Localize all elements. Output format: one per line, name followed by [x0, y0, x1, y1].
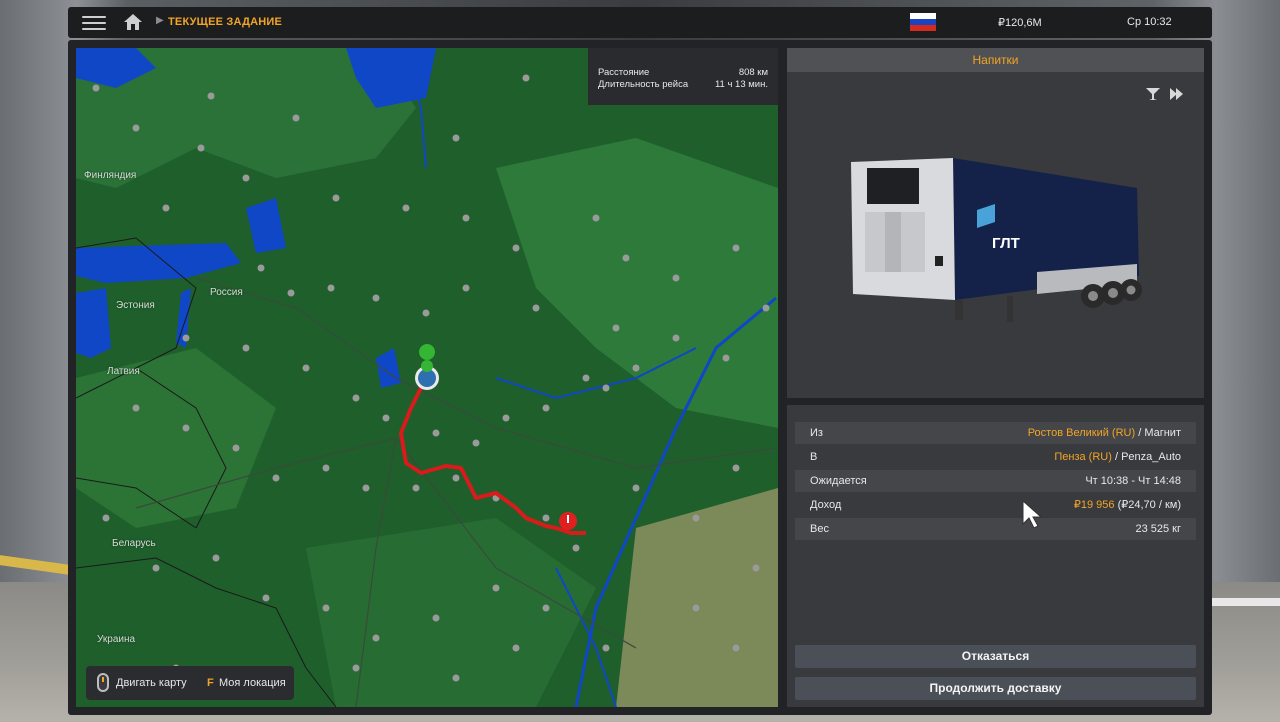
detail-row-income: Доход ₽19 956 (₽24,70 / км): [795, 494, 1196, 516]
map-label-russia: Россия: [210, 287, 243, 298]
route-info-box: Расстояние 808 км Длительность рейса 11 …: [588, 48, 778, 105]
map-controls: Двигать карту F Моя локация: [86, 666, 294, 700]
distance-label: Расстояние: [598, 67, 650, 78]
cargo-panel: Напитки ГЛТ: [787, 48, 1204, 398]
detail-row-weight: Вес 23 525 кг: [795, 518, 1196, 540]
map-label-estonia: Эстония: [116, 300, 155, 311]
trailer-brand: ГЛТ: [992, 235, 1020, 252]
map-label-finland: Финляндия: [84, 170, 137, 181]
chevron-right-icon: ▶: [156, 15, 164, 26]
income-value: ₽19 956: [1073, 499, 1115, 511]
trailer-image: ГЛТ: [851, 158, 1142, 322]
my-location-control[interactable]: Моя локация: [219, 677, 286, 689]
from-city: Ростов Великий (RU): [1027, 427, 1136, 439]
cargo-icons: [1144, 86, 1188, 102]
cargo-title: Напитки: [787, 48, 1204, 72]
background-stripe: [1210, 598, 1280, 606]
key-hint: F: [207, 677, 214, 689]
detail-row-from: Из Ростов Великий (RU) / Магнит: [795, 422, 1196, 444]
expected-label: Ожидается: [810, 475, 867, 487]
cocktail-icon[interactable]: [1146, 88, 1160, 100]
fast-forward-icon[interactable]: [1170, 88, 1183, 100]
duration-value: 11 ч 13 мин.: [714, 79, 768, 90]
background-stripe: [0, 555, 70, 575]
map-label-ukraine: Украина: [97, 634, 136, 645]
duration-label: Длительность рейса: [598, 79, 689, 90]
from-label: Из: [810, 427, 823, 439]
game-clock: Ср 10:32: [1127, 16, 1172, 28]
to-city: Пенза (RU): [1054, 451, 1112, 463]
detail-row-expected: Ожидается Чт 10:38 - Чт 14:48: [795, 470, 1196, 492]
distance-value: 808 км: [738, 67, 768, 78]
route-map[interactable]: Финляндия Эстония Россия Латвия Беларусь…: [76, 48, 778, 707]
map-graphic: [76, 48, 778, 707]
map-label-belarus: Беларусь: [112, 538, 156, 549]
move-map-control[interactable]: Двигать карту: [116, 677, 187, 689]
to-company: Penza_Auto: [1121, 451, 1181, 463]
map-label-latvia: Латвия: [107, 366, 140, 377]
menu-icon[interactable]: [82, 13, 106, 31]
income-label: Доход: [810, 499, 842, 511]
mouse-icon: [97, 673, 109, 692]
decline-button[interactable]: Отказаться: [795, 645, 1196, 668]
russia-flag-icon: [910, 13, 936, 31]
job-details-panel: Из Ростов Великий (RU) / Магнит В Пенза …: [787, 405, 1204, 707]
weight-label: Вес: [810, 523, 829, 535]
weight-value: 23 525 кг: [1135, 523, 1181, 535]
top-bar: ▶ ТЕКУЩЕЕ ЗАДАНИЕ ₽120,6M Ср 10:32: [68, 7, 1212, 38]
expected-value: Чт 10:38 - Чт 14:48: [1085, 475, 1181, 487]
money-balance: ₽120,6M: [998, 17, 1042, 29]
from-company: Магнит: [1144, 427, 1181, 439]
income-per-km: (₽24,70 / км): [1117, 499, 1181, 511]
detail-row-to: В Пенза (RU) / Penza_Auto: [795, 446, 1196, 468]
mouse-cursor-icon: [1022, 500, 1043, 529]
page-title: ТЕКУЩЕЕ ЗАДАНИЕ: [168, 16, 283, 28]
continue-delivery-button[interactable]: Продолжить доставку: [795, 677, 1196, 700]
home-icon[interactable]: [123, 13, 143, 31]
to-label: В: [810, 451, 818, 463]
